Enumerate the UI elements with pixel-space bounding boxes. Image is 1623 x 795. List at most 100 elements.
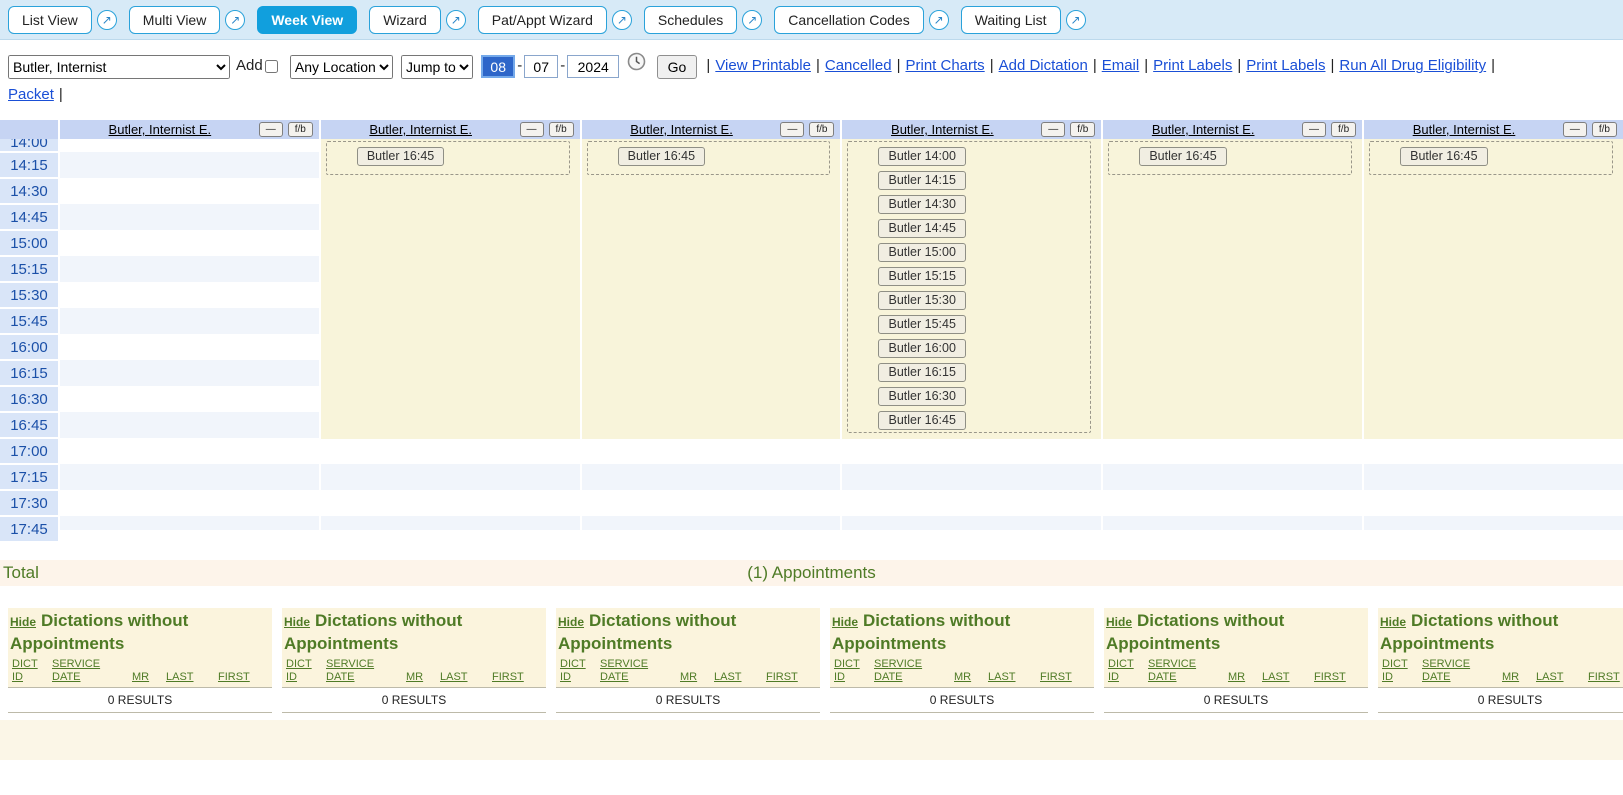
tab-week-view[interactable]: Week View bbox=[257, 6, 357, 34]
hide-link[interactable]: Hide bbox=[10, 615, 36, 629]
fb-button[interactable]: f/b bbox=[1592, 122, 1617, 137]
column-header-date[interactable]: SERVICEDATE bbox=[600, 658, 680, 684]
slot-button[interactable]: Butler 16:30 bbox=[878, 387, 965, 406]
slot-button[interactable]: Butler 15:00 bbox=[878, 243, 965, 262]
column-header-mr[interactable]: MR bbox=[680, 671, 714, 684]
provider-select[interactable]: Butler, Internist bbox=[8, 55, 230, 79]
date-month-input[interactable] bbox=[481, 55, 515, 78]
link-print-labels[interactable]: Print Labels bbox=[1246, 57, 1325, 74]
slot-button[interactable]: Butler 16:45 bbox=[878, 411, 965, 430]
link-print-labels[interactable]: Print Labels bbox=[1153, 57, 1232, 74]
provider-link[interactable]: Butler, Internist E. bbox=[848, 122, 1036, 137]
column-header-id[interactable]: DICTID bbox=[834, 658, 874, 684]
column-header-mr[interactable]: MR bbox=[1502, 671, 1536, 684]
popout-icon[interactable]: ↗ bbox=[97, 10, 117, 30]
column-header-last[interactable]: LAST bbox=[440, 671, 492, 684]
column-header-date[interactable]: SERVICEDATE bbox=[1148, 658, 1228, 684]
column-header-last[interactable]: LAST bbox=[1536, 671, 1588, 684]
fb-button[interactable]: f/b bbox=[549, 122, 574, 137]
popout-icon[interactable]: ↗ bbox=[929, 10, 949, 30]
column-header-mr[interactable]: MR bbox=[406, 671, 440, 684]
link-cancelled[interactable]: Cancelled bbox=[825, 57, 892, 74]
popout-icon[interactable]: ↗ bbox=[742, 10, 762, 30]
column-header-id[interactable]: DICTID bbox=[286, 658, 326, 684]
tab-list-view[interactable]: List View bbox=[8, 6, 92, 34]
link-add-dictation[interactable]: Add Dictation bbox=[999, 57, 1088, 74]
minimize-button[interactable]: — bbox=[259, 122, 283, 137]
hide-link[interactable]: Hide bbox=[1380, 615, 1406, 629]
column-header-date[interactable]: SERVICEDATE bbox=[52, 658, 132, 684]
fb-button[interactable]: f/b bbox=[809, 122, 834, 137]
hide-link[interactable]: Hide bbox=[1106, 615, 1132, 629]
date-year-input[interactable] bbox=[567, 55, 619, 78]
minimize-button[interactable]: — bbox=[1041, 122, 1065, 137]
minimize-button[interactable]: — bbox=[1302, 122, 1326, 137]
column-header-id[interactable]: DICTID bbox=[1108, 658, 1148, 684]
minimize-button[interactable]: — bbox=[520, 122, 544, 137]
column-header-mr[interactable]: MR bbox=[132, 671, 166, 684]
provider-link[interactable]: Butler, Internist E. bbox=[66, 122, 254, 137]
link-run-all-drug-eligibility[interactable]: Run All Drug Eligibility bbox=[1339, 57, 1486, 74]
slot-button[interactable]: Butler 16:45 bbox=[1139, 147, 1226, 166]
location-select[interactable]: Any Location bbox=[290, 55, 393, 79]
provider-link[interactable]: Butler, Internist E. bbox=[327, 122, 515, 137]
column-header-id[interactable]: DICTID bbox=[12, 658, 52, 684]
hide-link[interactable]: Hide bbox=[284, 615, 310, 629]
clock-icon[interactable] bbox=[627, 52, 646, 81]
slot-button[interactable]: Butler 15:30 bbox=[878, 291, 965, 310]
link-packet[interactable]: Packet bbox=[8, 86, 54, 103]
slot-button[interactable]: Butler 15:45 bbox=[878, 315, 965, 334]
column-header-last[interactable]: LAST bbox=[166, 671, 218, 684]
fb-button[interactable]: f/b bbox=[288, 122, 313, 137]
column-header-last[interactable]: LAST bbox=[1262, 671, 1314, 684]
slot-button[interactable]: Butler 14:00 bbox=[878, 147, 965, 166]
column-header-id[interactable]: DICTID bbox=[1382, 658, 1422, 684]
slot-button[interactable]: Butler 15:15 bbox=[878, 267, 965, 286]
slot-button[interactable]: Butler 16:45 bbox=[618, 147, 705, 166]
popout-icon[interactable]: ↗ bbox=[446, 10, 466, 30]
add-checkbox[interactable] bbox=[265, 60, 278, 73]
slot-button[interactable]: Butler 16:45 bbox=[1400, 147, 1487, 166]
provider-link[interactable]: Butler, Internist E. bbox=[1370, 122, 1558, 137]
column-header-first[interactable]: FIRST bbox=[766, 671, 816, 684]
column-header-first[interactable]: FIRST bbox=[1588, 671, 1623, 684]
column-header-first[interactable]: FIRST bbox=[1314, 671, 1364, 684]
hide-link[interactable]: Hide bbox=[832, 615, 858, 629]
go-button[interactable]: Go bbox=[657, 55, 698, 79]
tab-wizard[interactable]: Wizard bbox=[369, 6, 441, 34]
column-header-first[interactable]: FIRST bbox=[492, 671, 542, 684]
column-header-mr[interactable]: MR bbox=[1228, 671, 1262, 684]
fb-button[interactable]: f/b bbox=[1331, 122, 1356, 137]
column-header-date[interactable]: SERVICEDATE bbox=[326, 658, 406, 684]
minimize-button[interactable]: — bbox=[1563, 122, 1587, 137]
link-print-charts[interactable]: Print Charts bbox=[905, 57, 984, 74]
link-email[interactable]: Email bbox=[1102, 57, 1140, 74]
column-header-date[interactable]: SERVICEDATE bbox=[874, 658, 954, 684]
slot-button[interactable]: Butler 14:15 bbox=[878, 171, 965, 190]
slot-button[interactable]: Butler 16:15 bbox=[878, 363, 965, 382]
minimize-button[interactable]: — bbox=[780, 122, 804, 137]
column-header-id[interactable]: DICTID bbox=[560, 658, 600, 684]
tab-waiting-list[interactable]: Waiting List bbox=[961, 6, 1061, 34]
column-header-date[interactable]: SERVICEDATE bbox=[1422, 658, 1502, 684]
provider-link[interactable]: Butler, Internist E. bbox=[1109, 122, 1297, 137]
column-header-first[interactable]: FIRST bbox=[1040, 671, 1090, 684]
tab-cancellation-codes[interactable]: Cancellation Codes bbox=[774, 6, 923, 34]
link-view-printable[interactable]: View Printable bbox=[715, 57, 811, 74]
fb-button[interactable]: f/b bbox=[1070, 122, 1095, 137]
date-day-input[interactable] bbox=[524, 55, 558, 78]
column-header-mr[interactable]: MR bbox=[954, 671, 988, 684]
slot-button[interactable]: Butler 14:30 bbox=[878, 195, 965, 214]
popout-icon[interactable]: ↗ bbox=[1066, 10, 1086, 30]
popout-icon[interactable]: ↗ bbox=[225, 10, 245, 30]
tab-pat-appt-wizard[interactable]: Pat/Appt Wizard bbox=[478, 6, 607, 34]
provider-link[interactable]: Butler, Internist E. bbox=[588, 122, 776, 137]
slot-button[interactable]: Butler 16:45 bbox=[357, 147, 444, 166]
jump-to-select[interactable]: Jump to bbox=[401, 55, 473, 79]
tab-multi-view[interactable]: Multi View bbox=[129, 6, 221, 34]
column-header-last[interactable]: LAST bbox=[714, 671, 766, 684]
popout-icon[interactable]: ↗ bbox=[612, 10, 632, 30]
slot-button[interactable]: Butler 16:00 bbox=[878, 339, 965, 358]
column-header-first[interactable]: FIRST bbox=[218, 671, 268, 684]
hide-link[interactable]: Hide bbox=[558, 615, 584, 629]
